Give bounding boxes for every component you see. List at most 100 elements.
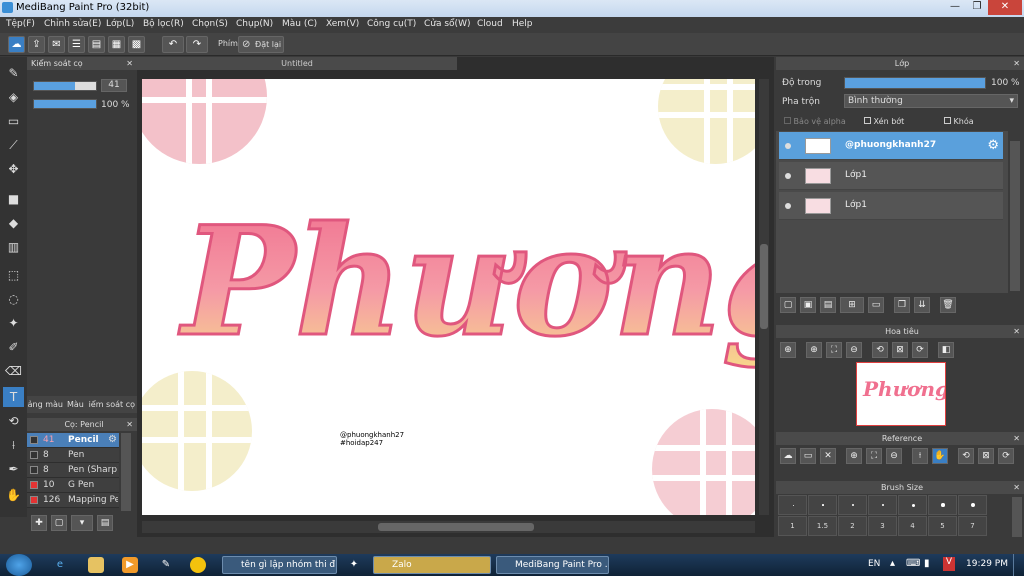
brush-size-cell[interactable] bbox=[778, 495, 807, 515]
dropper-icon[interactable]: ⟊ bbox=[912, 448, 928, 464]
media-icon[interactable]: ▶ bbox=[122, 557, 138, 573]
menu-help[interactable]: Help bbox=[512, 19, 533, 29]
rotate-left-icon[interactable]: ⟲ bbox=[872, 342, 888, 358]
task-medibang[interactable]: MediBang Paint Pro ... bbox=[496, 556, 609, 574]
network-icon[interactable]: ▮ bbox=[924, 558, 930, 569]
fit-icon[interactable]: ⛶ bbox=[866, 448, 882, 464]
menu-file[interactable]: Tệp(F) bbox=[6, 19, 35, 29]
menu-window[interactable]: Cửa sổ(W) bbox=[424, 19, 470, 29]
app-icon[interactable]: ✎ bbox=[158, 557, 174, 573]
new-8bit-layer-icon[interactable]: ▤ bbox=[820, 297, 836, 313]
grid-icon[interactable]: ▩ bbox=[128, 36, 145, 53]
close-icon[interactable]: ✕ bbox=[1013, 57, 1020, 70]
brush-size-scrollbar[interactable] bbox=[1012, 497, 1022, 537]
brush-size-cell[interactable] bbox=[958, 495, 987, 515]
select-eraser-icon[interactable]: ⌫ bbox=[3, 361, 24, 381]
canvas[interactable]: Phương @phuongkhanh27 #hoidap247 bbox=[142, 79, 755, 515]
open-cloud-icon[interactable]: ☁ bbox=[780, 448, 796, 464]
zoom-in-icon[interactable]: ⊕ bbox=[806, 342, 822, 358]
brush-list-scrollbar[interactable] bbox=[121, 433, 131, 511]
list-icon[interactable]: ▦ bbox=[108, 36, 125, 53]
delete-layer-icon[interactable]: 🗑 bbox=[940, 297, 956, 313]
folder-icon[interactable]: ▭ bbox=[868, 297, 884, 313]
keyboard-icon[interactable]: ⌨ bbox=[906, 558, 920, 569]
horizontal-scrollbar[interactable] bbox=[142, 521, 755, 533]
menu-color[interactable]: Màu (C) bbox=[282, 19, 317, 29]
visibility-icon[interactable] bbox=[785, 143, 791, 149]
gradient-tool-icon[interactable]: ▥ bbox=[3, 237, 24, 257]
tab-color[interactable]: Màu bbox=[67, 400, 84, 409]
brush-size-label[interactable]: 5 bbox=[928, 516, 957, 536]
zoom-out-icon[interactable]: ⊖ bbox=[886, 448, 902, 464]
antivirus-icon[interactable]: V bbox=[943, 557, 955, 571]
brush-size-cell[interactable] bbox=[868, 495, 897, 515]
line-tool-icon[interactable]: ⟋ bbox=[3, 135, 24, 155]
maximize-button[interactable]: ❐ bbox=[966, 0, 988, 15]
zoom-out-icon[interactable]: ⊖ bbox=[846, 342, 862, 358]
document-icon[interactable]: ▤ bbox=[88, 36, 105, 53]
layer-opacity-slider[interactable] bbox=[844, 77, 986, 89]
brush-item[interactable]: 10 G Pen bbox=[27, 478, 119, 493]
close-icon[interactable]: ✕ bbox=[1013, 481, 1020, 494]
brush-size-label[interactable]: 1 bbox=[778, 516, 807, 536]
blend-mode-select[interactable]: Bình thường ▾ bbox=[844, 94, 1018, 108]
upload-icon[interactable]: ⇪ bbox=[28, 36, 45, 53]
show-desktop-button[interactable] bbox=[1013, 554, 1024, 576]
dropper-tool-icon[interactable]: ⟊ bbox=[3, 435, 24, 455]
brush-size-cell[interactable] bbox=[928, 495, 957, 515]
hand-tool-icon[interactable]: ✋ bbox=[3, 485, 24, 505]
rectangle-tool-icon[interactable]: ▭ bbox=[3, 111, 24, 131]
brush-size-label[interactable]: 2 bbox=[838, 516, 867, 536]
browser-icon[interactable]: e bbox=[52, 557, 68, 573]
pen-tool-icon[interactable]: ✒ bbox=[3, 459, 24, 479]
navigator-preview[interactable]: Phương bbox=[856, 362, 946, 426]
brush-menu-icon[interactable]: ▾ bbox=[71, 515, 93, 531]
rotate-right-icon[interactable]: ⟳ bbox=[998, 448, 1014, 464]
tab-palette[interactable]: Bảng màu bbox=[27, 400, 63, 409]
duplicate-layer-icon[interactable]: ❐ bbox=[894, 297, 910, 313]
brush-add-icon[interactable]: ✚ bbox=[31, 515, 47, 531]
new-brush-icon[interactable]: ▢ bbox=[51, 515, 67, 531]
close-reference-icon[interactable]: ✕ bbox=[820, 448, 836, 464]
gear-icon[interactable]: ⚙ bbox=[987, 138, 999, 153]
brush-settings-icon[interactable]: ▤ bbox=[97, 515, 113, 531]
new-halftone-layer-icon[interactable]: ▣ bbox=[800, 297, 816, 313]
menu-cloud[interactable]: Cloud bbox=[477, 19, 503, 29]
menu-tools[interactable]: Công cụ(T) bbox=[367, 19, 416, 29]
brush-size-label[interactable]: 7 bbox=[958, 516, 987, 536]
brush-tool-icon[interactable]: ✎ bbox=[3, 63, 24, 83]
gear-icon[interactable]: ⚙ bbox=[108, 434, 117, 445]
close-icon[interactable]: ✕ bbox=[1013, 325, 1020, 338]
protect-alpha-checkbox[interactable]: Bảo vệ alpha bbox=[784, 117, 846, 126]
lasso-tool-icon[interactable]: ◌ bbox=[3, 289, 24, 309]
task-chrome[interactable]: tên gì lập nhóm thi đ... bbox=[222, 556, 337, 574]
rotate-left-icon[interactable]: ⟲ bbox=[958, 448, 974, 464]
magic-wand-icon[interactable]: ✦ bbox=[3, 313, 24, 333]
clock[interactable]: 19:29 PM bbox=[966, 559, 1008, 569]
undo-button[interactable]: ↶ bbox=[162, 36, 184, 53]
hand-icon[interactable]: ✋ bbox=[932, 448, 948, 464]
brush-size-label[interactable]: 4 bbox=[898, 516, 927, 536]
text-tool-icon[interactable]: T bbox=[3, 387, 24, 407]
comment-icon[interactable]: ✉ bbox=[48, 36, 65, 53]
move-tool-icon[interactable]: ✥ bbox=[3, 159, 24, 179]
reset-view-icon[interactable]: ⊠ bbox=[892, 342, 908, 358]
reset-view-icon[interactable]: ⊠ bbox=[978, 448, 994, 464]
eraser-tool-icon[interactable]: ◈ bbox=[3, 87, 24, 107]
brush-item[interactable]: 8 Pen (Sharp) bbox=[27, 463, 119, 478]
add-layer-menu-icon[interactable]: ⊞ bbox=[840, 297, 864, 313]
layer-row[interactable]: @phuongkhanh27 ⚙ bbox=[779, 132, 1003, 160]
new-layer-icon[interactable]: ▢ bbox=[780, 297, 796, 313]
open-folder-icon[interactable]: ▭ bbox=[800, 448, 816, 464]
close-button[interactable]: ✕ bbox=[988, 0, 1022, 15]
visibility-icon[interactable] bbox=[785, 203, 791, 209]
brush-item[interactable]: 126 Mapping Pen bbox=[27, 493, 119, 508]
clipping-checkbox[interactable]: Xén bớt bbox=[864, 117, 904, 126]
flip-icon[interactable]: ◧ bbox=[938, 342, 954, 358]
brush-size-label[interactable]: 3 bbox=[868, 516, 897, 536]
zoom-in-icon[interactable]: ⊕ bbox=[780, 342, 796, 358]
select-tool-icon[interactable]: ⬚ bbox=[3, 265, 24, 285]
operation-tool-icon[interactable]: ⟲ bbox=[3, 411, 24, 431]
menu-capture[interactable]: Chụp(N) bbox=[236, 19, 273, 29]
layer-row[interactable]: Lớp1 bbox=[779, 192, 1003, 220]
